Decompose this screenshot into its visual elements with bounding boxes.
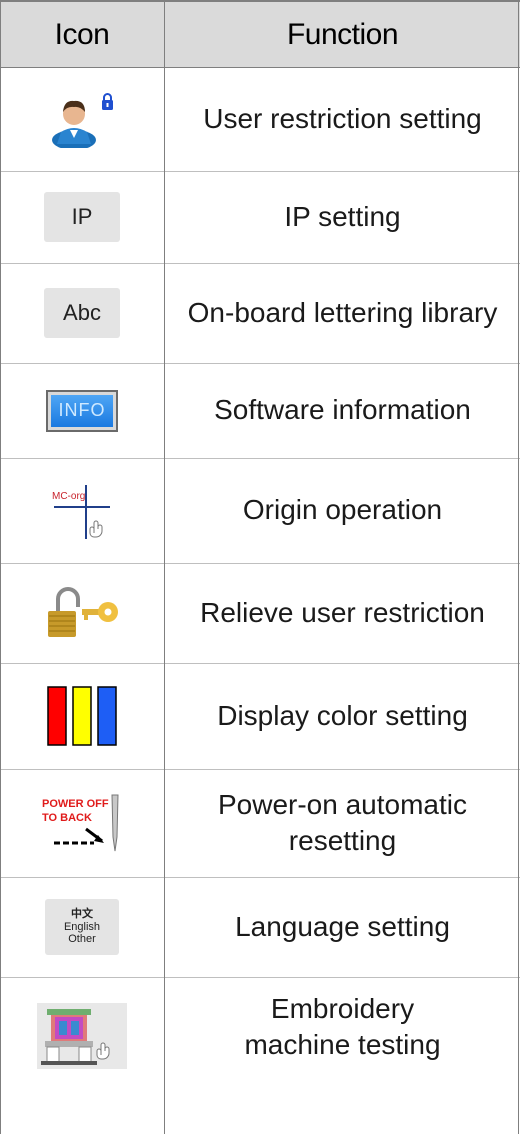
function-label: Language setting — [235, 910, 450, 942]
row-divider — [0, 663, 520, 664]
header-function-label: Function — [286, 17, 399, 51]
svg-text:MC-org: MC-org — [52, 491, 85, 502]
table-header: Icon Function — [0, 0, 520, 68]
table-row: Abc On-board lettering library — [0, 263, 520, 363]
table-row: INFO Software information — [0, 363, 520, 458]
header-icon-cell: Icon — [0, 2, 164, 67]
table-border-left — [0, 0, 1, 1134]
row-divider — [0, 263, 520, 264]
language-button-icon[interactable]: 中文 English Other — [45, 899, 119, 955]
function-label: On-board lettering library — [187, 296, 498, 328]
header-function-cell: Function — [164, 2, 520, 67]
color-bars-icon[interactable] — [46, 686, 118, 746]
power-off-needle-icon[interactable]: POWER OFF TO BACK — [40, 793, 124, 853]
row-divider — [0, 877, 520, 878]
function-label: User restriction setting — [203, 103, 482, 135]
svg-text:POWER OFF: POWER OFF — [42, 798, 109, 810]
row-divider — [0, 977, 520, 978]
abc-button-icon[interactable]: Abc — [44, 288, 120, 338]
function-label: Origin operation — [242, 494, 443, 526]
row-divider — [0, 563, 520, 564]
row-divider — [0, 363, 520, 364]
mc-org-crosshair-icon[interactable]: MC-org — [50, 481, 114, 541]
user-lock-icon[interactable] — [47, 92, 117, 148]
function-label: Relieve user restriction — [200, 596, 485, 628]
function-label: Display color setting — [217, 699, 468, 731]
row-divider — [0, 458, 520, 459]
row-divider — [0, 171, 520, 172]
info-button-icon[interactable]: INFO — [46, 389, 118, 432]
table-row: Display color setting — [0, 663, 520, 769]
function-label: Software information — [214, 394, 471, 426]
padlock-key-icon[interactable] — [44, 587, 120, 639]
table-row: User restriction setting — [0, 68, 520, 171]
embroidery-machine-icon[interactable] — [37, 1003, 127, 1069]
column-divider — [164, 68, 165, 1134]
row-divider — [0, 769, 520, 770]
header-icon-label: Icon — [54, 17, 110, 51]
function-label: Power-on automatic resetting — [217, 788, 467, 856]
table-row: MC-org Origin operation — [0, 458, 520, 563]
table-row: POWER OFF TO BACK Power-on automatic res… — [0, 769, 520, 877]
table-border-right — [518, 0, 519, 1134]
table-row: 中文 English Other Language setting — [0, 877, 520, 977]
table-row: Embroidery machine testing — [0, 977, 520, 1134]
table-row: Relieve user restriction — [0, 563, 520, 663]
svg-text:TO BACK: TO BACK — [42, 812, 92, 824]
function-table: Icon Function User restriction setting I… — [0, 0, 520, 1134]
function-label: IP setting — [284, 200, 401, 232]
icon-cell — [0, 68, 164, 171]
function-label: Embroidery machine testing — [244, 993, 441, 1061]
ip-button-icon[interactable]: IP — [44, 192, 120, 242]
table-row: IP IP setting — [0, 171, 520, 263]
